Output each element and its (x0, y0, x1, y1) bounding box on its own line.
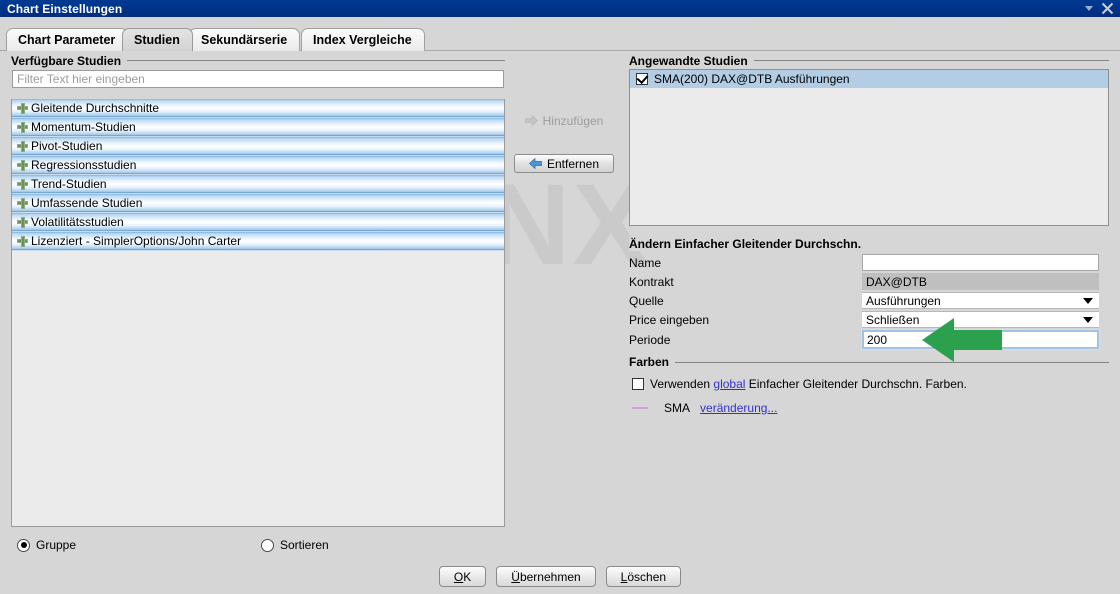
periode-input[interactable] (862, 330, 1099, 349)
quelle-label: Quelle (629, 294, 664, 308)
applied-studies-list[interactable]: SMA(200) DAX@DTB Ausführungen (629, 69, 1109, 226)
add-button[interactable]: Hinzufügen (514, 111, 614, 130)
available-studies-title: Verfügbare Studien (11, 54, 127, 68)
list-item[interactable]: Regressionsstudien (12, 156, 504, 175)
delete-button-rest: öschen (627, 570, 666, 584)
edit-section-title: Ändern Einfacher Gleitender Durchschn. (629, 237, 867, 251)
arrow-left-icon (529, 158, 542, 169)
sort-radio[interactable] (261, 539, 274, 552)
ok-button-rest: K (463, 570, 471, 584)
list-item-label: Gleitende Durchschnitte (31, 101, 159, 115)
plus-expand-icon (17, 103, 28, 114)
use-global-colors-row[interactable]: Verwenden global Einfacher Gleitender Du… (632, 377, 967, 391)
list-item-label: Umfassende Studien (31, 196, 142, 210)
kontrakt-label: Kontrakt (629, 275, 674, 289)
group-radio[interactable] (17, 539, 30, 552)
sort-radio-row[interactable]: Sortieren (261, 538, 329, 552)
name-label: Name (629, 256, 661, 270)
sma-color-row: SMA veränderung... (632, 401, 777, 415)
chevron-down-icon (1083, 298, 1093, 304)
group-radio-row[interactable]: Gruppe (17, 538, 76, 552)
price-value: Schließen (866, 313, 919, 327)
sort-radio-label: Sortieren (280, 538, 329, 552)
name-input[interactable] (862, 254, 1099, 271)
applied-item-label: SMA(200) DAX@DTB Ausführungen (654, 72, 850, 86)
remove-button[interactable]: Entfernen (514, 154, 614, 173)
use-global-suffix: Einfacher Gleitender Durchschn. Farben. (749, 377, 967, 391)
list-item[interactable]: Umfassende Studien (12, 194, 504, 213)
apply-button-rest: bernehmen (520, 570, 581, 584)
group-radio-label: Gruppe (36, 538, 76, 552)
use-global-prefix: Verwenden (650, 377, 710, 391)
colors-title: Farben (629, 355, 675, 369)
applied-list-item[interactable]: SMA(200) DAX@DTB Ausführungen (630, 70, 1108, 88)
filter-input[interactable] (12, 70, 504, 88)
list-item[interactable]: Trend-Studien (12, 175, 504, 194)
apply-button[interactable]: Übernehmen (496, 566, 595, 587)
remove-button-label: Entfernen (547, 157, 599, 171)
chevron-down-icon[interactable] (1080, 1, 1098, 16)
plus-expand-icon (17, 122, 28, 133)
list-item-label: Lizenziert - SimplerOptions/John Carter (31, 234, 241, 248)
list-item[interactable]: Gleitende Durchschnitte (12, 99, 504, 118)
plus-expand-icon (17, 160, 28, 171)
list-item-label: Regressionsstudien (31, 158, 136, 172)
plus-expand-icon (17, 217, 28, 228)
list-item-label: Momentum-Studien (31, 120, 136, 134)
price-label: Price eingeben (629, 313, 709, 327)
tab-strip: Chart Parameter Studien Sekundärserie In… (0, 17, 1120, 51)
tab-index-vergleiche[interactable]: Index Vergleiche (301, 28, 425, 51)
sma-label: SMA (664, 401, 690, 415)
list-item-label: Pivot-Studien (31, 139, 102, 153)
list-item[interactable]: Pivot-Studien (12, 137, 504, 156)
plus-expand-icon (17, 198, 28, 209)
use-global-colors-checkbox[interactable] (632, 378, 644, 390)
add-button-label: Hinzufügen (543, 114, 604, 128)
kontrakt-value: DAX@DTB (862, 273, 1099, 290)
close-icon[interactable] (1098, 1, 1116, 16)
plus-expand-icon (17, 141, 28, 152)
sma-change-link[interactable]: veränderung... (700, 401, 777, 415)
applied-item-checkbox[interactable] (636, 73, 648, 85)
sma-color-swatch (632, 407, 648, 409)
available-studies-list[interactable]: Gleitende Durchschnitte Momentum-Studien… (11, 99, 505, 527)
arrow-right-icon (525, 115, 538, 126)
colors-rule (671, 362, 1109, 363)
tab-sekundaerserie[interactable]: Sekundärserie (189, 28, 300, 51)
global-link[interactable]: global (713, 377, 745, 391)
plus-expand-icon (17, 236, 28, 247)
list-item[interactable]: Momentum-Studien (12, 118, 504, 137)
list-item-label: Volatilitätsstudien (31, 215, 124, 229)
window-title: Chart Einstellungen (7, 2, 1080, 16)
plus-expand-icon (17, 179, 28, 190)
list-item[interactable]: Lizenziert - SimplerOptions/John Carter (12, 232, 504, 251)
ok-button[interactable]: OK (439, 566, 486, 587)
quelle-dropdown[interactable]: Ausführungen (862, 292, 1099, 309)
periode-label: Periode (629, 333, 670, 347)
window-titlebar: Chart Einstellungen (0, 0, 1120, 17)
quelle-value: Ausführungen (866, 294, 941, 308)
delete-button[interactable]: Löschen (606, 566, 681, 587)
price-dropdown[interactable]: Schließen (862, 311, 1099, 328)
chevron-down-icon (1083, 317, 1093, 323)
list-item[interactable]: Volatilitätsstudien (12, 213, 504, 232)
applied-studies-title: Angewandte Studien (629, 54, 754, 68)
list-item-label: Trend-Studien (31, 177, 107, 191)
dialog-button-bar: OK Übernehmen Löschen (0, 566, 1120, 587)
tab-studien[interactable]: Studien (122, 28, 193, 51)
tab-chart-parameter[interactable]: Chart Parameter (6, 28, 128, 51)
